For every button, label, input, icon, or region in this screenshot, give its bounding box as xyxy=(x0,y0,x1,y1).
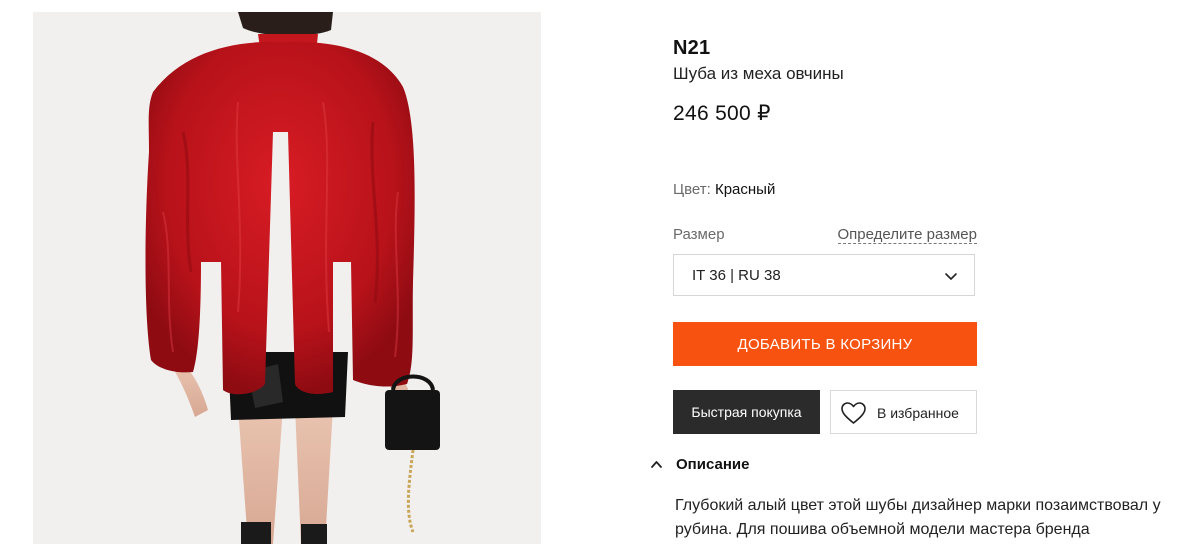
favorite-label: В избранное xyxy=(877,405,959,421)
chevron-down-icon xyxy=(945,273,957,280)
description-text: Глубокий алый цвет этой шубы дизайнер ма… xyxy=(675,497,1161,538)
selected-size: IT 36 | RU 38 xyxy=(692,267,781,284)
add-to-cart-button[interactable]: ДОБАВИТЬ В КОРЗИНУ xyxy=(673,322,977,366)
product-page: N21 Шуба из меха овчины 246 500 ₽ Цвет: … xyxy=(0,0,1200,544)
description-heading: Описание xyxy=(676,456,750,473)
product-brand[interactable]: N21 xyxy=(673,37,710,60)
size-guide-link[interactable]: Определите размер xyxy=(837,226,977,244)
product-image[interactable] xyxy=(33,12,541,544)
add-to-favorites-button[interactable]: В избранное xyxy=(830,390,977,434)
color-value: Красный xyxy=(714,181,776,198)
product-price: 246 500 ₽ xyxy=(673,102,771,125)
product-title: Шуба из меха овчины xyxy=(673,64,844,83)
size-dropdown[interactable]: IT 36 | RU 38 xyxy=(673,254,975,296)
color-info: Цвет: Красный xyxy=(673,181,775,198)
chevron-up-icon xyxy=(651,461,662,468)
heart-outline-icon xyxy=(841,402,866,424)
size-label: Размер xyxy=(673,226,725,243)
quick-buy-button[interactable]: Быстрая покупка xyxy=(673,390,820,434)
color-label: Цвет: xyxy=(673,181,711,198)
